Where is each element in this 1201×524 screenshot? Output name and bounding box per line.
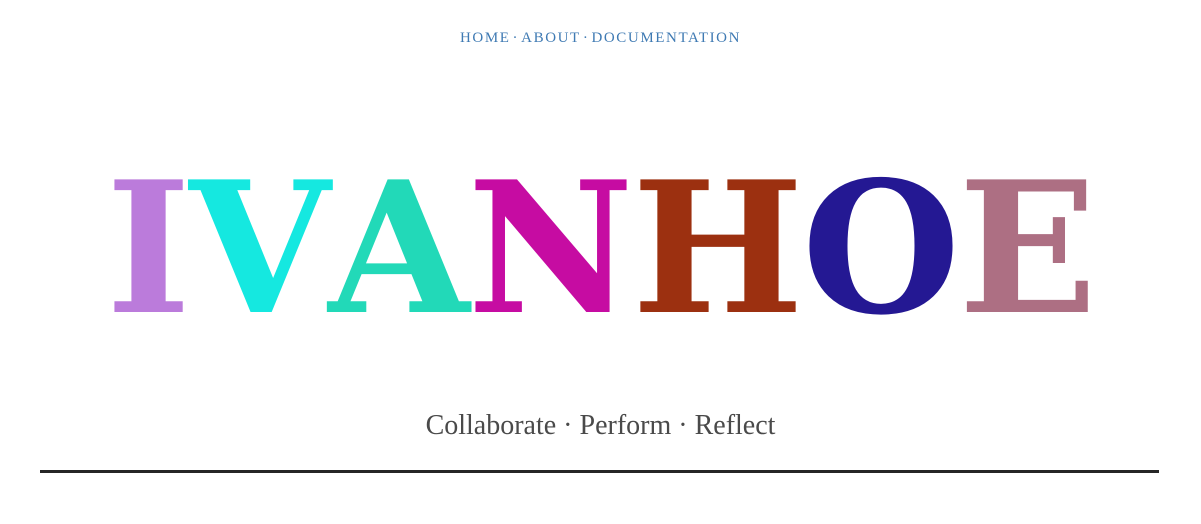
nav-link-documentation[interactable]: DOCUMENTATION (591, 30, 741, 46)
header-divider (40, 470, 1159, 473)
logo-letter: V (189, 141, 330, 355)
site-tagline: Collaborate · Perform · Reflect (425, 410, 776, 441)
top-navigation: HOME · ABOUT · DOCUMENTATION (0, 28, 1201, 48)
nav-link-about[interactable]: ABOUT (521, 30, 581, 46)
nav-link-home[interactable]: HOME (460, 30, 511, 46)
nav-separator: · (582, 30, 590, 46)
nav-separator: · (512, 30, 520, 46)
logo-letter: O (801, 141, 961, 355)
logo-letter: H (631, 141, 804, 355)
logo-letter: A (328, 141, 469, 355)
logo-letter: N (467, 141, 633, 355)
logo-letter: E (958, 141, 1097, 355)
logo-letter: I (105, 141, 191, 355)
site-logo-title: IVANHOE (0, 150, 1201, 346)
